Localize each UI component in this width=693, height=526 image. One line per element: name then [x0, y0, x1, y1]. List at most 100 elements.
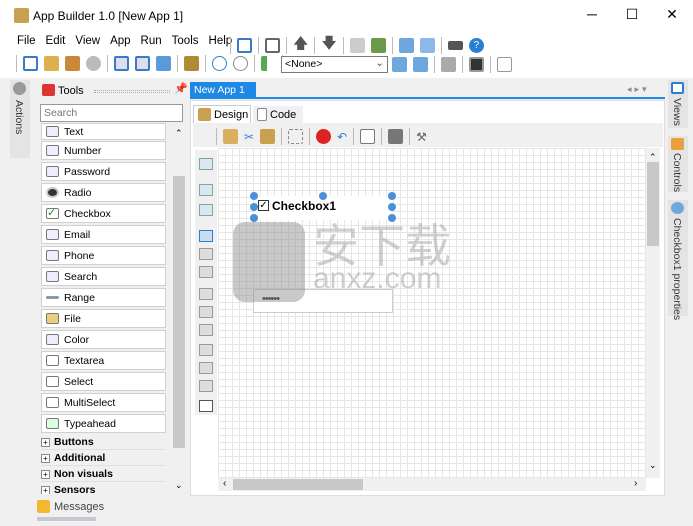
maximize-button[interactable]: ☐	[617, 6, 647, 23]
align-left-icon[interactable]	[199, 288, 213, 300]
send-back-icon[interactable]	[199, 204, 213, 216]
target-select[interactable]: <None> ⌄	[281, 56, 388, 73]
tools-settings-icon[interactable]: ⚒	[416, 130, 427, 144]
tool-textarea[interactable]: Textarea	[41, 351, 166, 370]
hscroll-thumb[interactable]	[233, 479, 363, 490]
tool-email[interactable]: Email	[41, 225, 166, 244]
actions-strip[interactable]: Actions	[10, 80, 30, 158]
tab-order-icon[interactable]	[360, 129, 376, 144]
network-icon[interactable]	[441, 57, 456, 72]
scroll-right-icon[interactable]: ›	[634, 478, 637, 489]
save-all-icon[interactable]	[156, 56, 171, 71]
tool-typeahead[interactable]: Typeahead	[41, 414, 166, 433]
group-additional[interactable]: + Additional	[41, 451, 166, 466]
open-app-icon[interactable]	[44, 56, 59, 71]
tool-radio[interactable]: Radio	[41, 183, 166, 202]
pin-icon[interactable]: 📌	[174, 82, 188, 95]
paste-icon[interactable]	[260, 129, 276, 144]
tool-file[interactable]: File	[41, 309, 166, 328]
tools-search-input[interactable]	[40, 104, 183, 122]
menu-tools[interactable]: Tools	[169, 33, 202, 49]
add-target-icon[interactable]	[392, 57, 407, 72]
tool-phone[interactable]: Phone	[41, 246, 166, 265]
device-icon[interactable]	[447, 41, 463, 50]
remove-form-icon[interactable]	[265, 38, 280, 53]
tool-multiselect[interactable]: MultiSelect	[41, 393, 166, 412]
tool-password[interactable]: Password	[41, 162, 166, 181]
group-sensors[interactable]: + Sensors	[41, 483, 166, 494]
tab-nav-icons[interactable]: ◂▸▾	[627, 84, 650, 95]
menu-file[interactable]: File	[14, 33, 39, 49]
paste-special-icon[interactable]	[223, 129, 238, 144]
tool-color[interactable]: Color	[41, 330, 166, 349]
edit-form-icon[interactable]	[398, 38, 414, 53]
same-width-icon[interactable]	[199, 344, 213, 356]
bring-front-icon[interactable]	[199, 184, 213, 196]
properties-tab[interactable]: Checkbox1 properties	[668, 200, 688, 320]
canvas-hscrollbar[interactable]: ‹ ›	[218, 478, 646, 491]
menu-edit[interactable]: Edit	[43, 33, 69, 49]
debug-icon[interactable]	[184, 56, 199, 71]
align-center-icon[interactable]	[199, 306, 213, 318]
select-icon[interactable]	[288, 129, 304, 144]
move-up-icon[interactable]: 🡅	[293, 33, 308, 58]
views-tab[interactable]: Views	[668, 80, 688, 128]
tab-code[interactable]: Code	[253, 106, 303, 123]
checkbox1-box[interactable]: ✓	[258, 200, 269, 211]
new-form-icon[interactable]	[237, 38, 252, 53]
sort-icon[interactable]	[261, 56, 276, 71]
save-as-icon[interactable]	[135, 56, 150, 71]
controls-tab[interactable]: Controls	[668, 136, 688, 192]
group-non-visuals[interactable]: + Non visuals	[41, 467, 166, 482]
form-properties-icon[interactable]	[419, 38, 435, 53]
delete-icon[interactable]	[316, 129, 332, 144]
tool-select[interactable]: Select	[41, 372, 166, 391]
align-bottom-icon[interactable]	[199, 266, 213, 278]
align-grid-icon[interactable]	[199, 158, 213, 170]
menu-view[interactable]: View	[72, 33, 103, 49]
tool-text[interactable]: Text	[41, 123, 166, 140]
fit-icon[interactable]	[199, 400, 213, 412]
tab-design[interactable]: Design	[193, 105, 251, 123]
move-down-icon[interactable]: 🡇	[321, 33, 336, 58]
doc-tab-new-app-1[interactable]: New App 1 ✕	[190, 82, 256, 108]
design-canvas[interactable]: ✓ Checkbox1 •••••• 安下载 anxz.com	[218, 148, 646, 478]
tool-checkbox[interactable]: ✓ Checkbox	[41, 204, 166, 223]
scroll-thumb[interactable]	[173, 176, 185, 448]
same-size-icon[interactable]	[199, 380, 213, 392]
history-icon[interactable]	[86, 56, 101, 71]
resize-handle[interactable]	[319, 192, 327, 200]
panel-grip[interactable]	[94, 90, 170, 93]
canvas-vscrollbar[interactable]: ⌃ ⌄	[646, 148, 660, 478]
resize-handle[interactable]	[388, 203, 396, 211]
same-height-icon[interactable]	[199, 362, 213, 374]
close-button[interactable]: ✕	[657, 6, 687, 23]
menu-app[interactable]: App	[107, 33, 133, 49]
new-app-icon[interactable]	[23, 56, 38, 71]
align-top-icon[interactable]	[199, 230, 213, 242]
align-right-icon[interactable]	[199, 324, 213, 336]
log-icon[interactable]	[497, 57, 512, 72]
scroll-down-icon[interactable]: ⌄	[175, 480, 183, 491]
vscroll-thumb[interactable]	[647, 162, 659, 246]
run-icon[interactable]	[212, 56, 227, 71]
tool-range[interactable]: Range	[41, 288, 166, 307]
stop-icon[interactable]	[233, 56, 248, 71]
edit-target-icon[interactable]	[413, 57, 428, 72]
scroll-left-icon[interactable]: ‹	[223, 478, 226, 489]
password-control[interactable]: ••••••	[253, 289, 393, 313]
resize-handle[interactable]	[250, 192, 258, 200]
tool-search[interactable]: Search	[41, 267, 166, 286]
resize-handle[interactable]	[388, 214, 396, 222]
tools-scrollbar[interactable]: ⌃ ⌄	[172, 124, 186, 494]
minimize-button[interactable]: ─	[577, 6, 607, 22]
resize-handle[interactable]	[250, 203, 258, 211]
scroll-down-icon[interactable]: ⌄	[649, 460, 657, 471]
help-icon[interactable]: ?	[468, 38, 484, 53]
undo-icon[interactable]: ↶	[337, 130, 347, 144]
tool-number[interactable]: Number	[41, 141, 166, 160]
align-middle-icon[interactable]	[199, 248, 213, 260]
messages-tab[interactable]: Messages	[37, 500, 104, 513]
screenshot-icon[interactable]	[388, 129, 404, 144]
scroll-up-icon[interactable]: ⌃	[175, 128, 183, 139]
